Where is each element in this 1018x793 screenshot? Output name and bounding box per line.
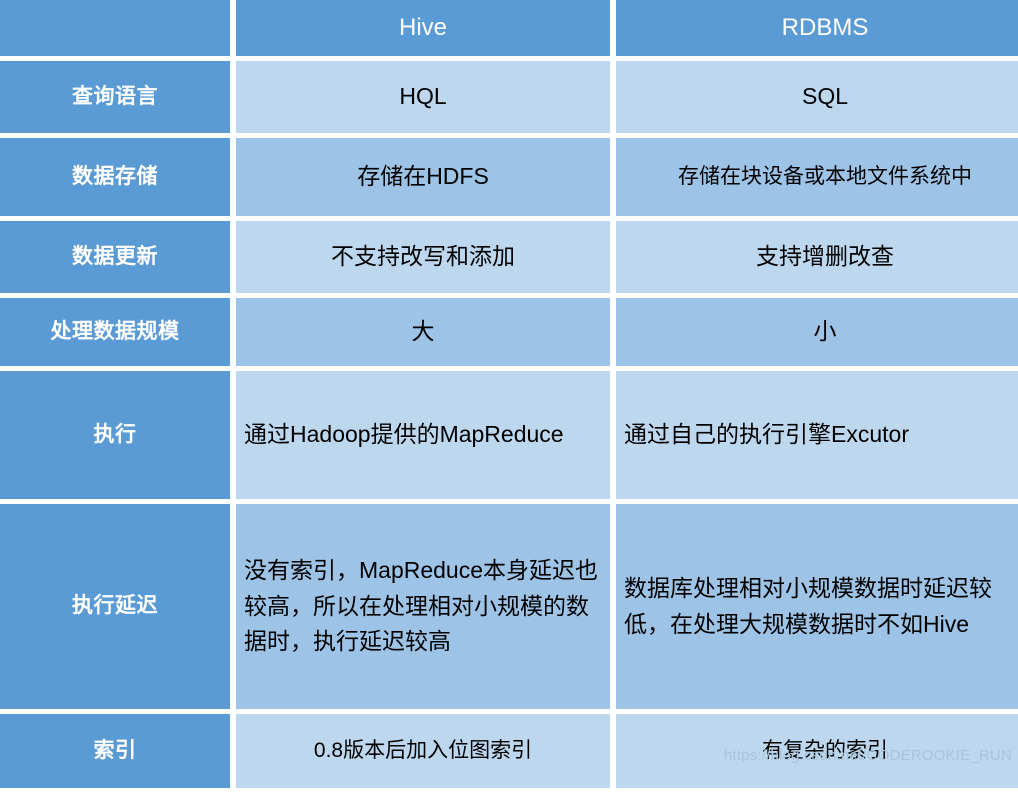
cell-rdbms-data-storage: 存储在块设备或本地文件系统中	[616, 138, 1018, 216]
cell-rdbms-index: 有复杂的索引	[616, 714, 1018, 788]
table-row: 执行 通过Hadoop提供的MapReduce 通过自己的执行引擎Excutor	[0, 371, 1018, 499]
table-row: 处理数据规模 大 小	[0, 298, 1018, 366]
cell-rdbms-data-scale: 小	[616, 298, 1018, 366]
row-label-execution-latency: 执行延迟	[0, 504, 230, 709]
table-row: 数据更新 不支持改写和添加 支持增删改查	[0, 221, 1018, 293]
row-label-index: 索引	[0, 714, 230, 788]
cell-rdbms-execution: 通过自己的执行引擎Excutor	[616, 371, 1018, 499]
cell-rdbms-data-update: 支持增删改查	[616, 221, 1018, 293]
row-label-data-scale: 处理数据规模	[0, 298, 230, 366]
cell-hive-data-storage: 存储在HDFS	[236, 138, 610, 216]
cell-hive-data-scale: 大	[236, 298, 610, 366]
cell-rdbms-query-language: SQL	[616, 61, 1018, 133]
row-label-query-language: 查询语言	[0, 61, 230, 133]
cell-hive-data-update: 不支持改写和添加	[236, 221, 610, 293]
row-label-data-update: 数据更新	[0, 221, 230, 293]
header-cell-hive: Hive	[236, 0, 610, 56]
table-row: 数据存储 存储在HDFS 存储在块设备或本地文件系统中	[0, 138, 1018, 216]
cell-hive-execution-latency: 没有索引，MapReduce本身延迟也较高，所以在处理相对小规模的数据时，执行延…	[236, 504, 610, 709]
table-row: 索引 0.8版本后加入位图索引 有复杂的索引	[0, 714, 1018, 788]
row-label-data-storage: 数据存储	[0, 138, 230, 216]
cell-hive-index: 0.8版本后加入位图索引	[236, 714, 610, 788]
header-cell-rdbms: RDBMS	[616, 0, 1018, 56]
table-row: 执行延迟 没有索引，MapReduce本身延迟也较高，所以在处理相对小规模的数据…	[0, 504, 1018, 709]
comparison-table-container: Hive RDBMS 查询语言 HQL SQL 数据存储 存储在HDFS 存储在…	[0, 0, 1018, 788]
cell-hive-execution: 通过Hadoop提供的MapReduce	[236, 371, 610, 499]
cell-hive-query-language: HQL	[236, 61, 610, 133]
cell-rdbms-execution-latency: 数据库处理相对小规模数据时延迟较低，在处理大规模数据时不如Hive	[616, 504, 1018, 709]
row-label-execution: 执行	[0, 371, 230, 499]
table-header-row: Hive RDBMS	[0, 0, 1018, 56]
table-row: 查询语言 HQL SQL	[0, 61, 1018, 133]
hive-vs-rdbms-table: Hive RDBMS 查询语言 HQL SQL 数据存储 存储在HDFS 存储在…	[0, 0, 1018, 793]
header-cell-blank	[0, 0, 230, 56]
